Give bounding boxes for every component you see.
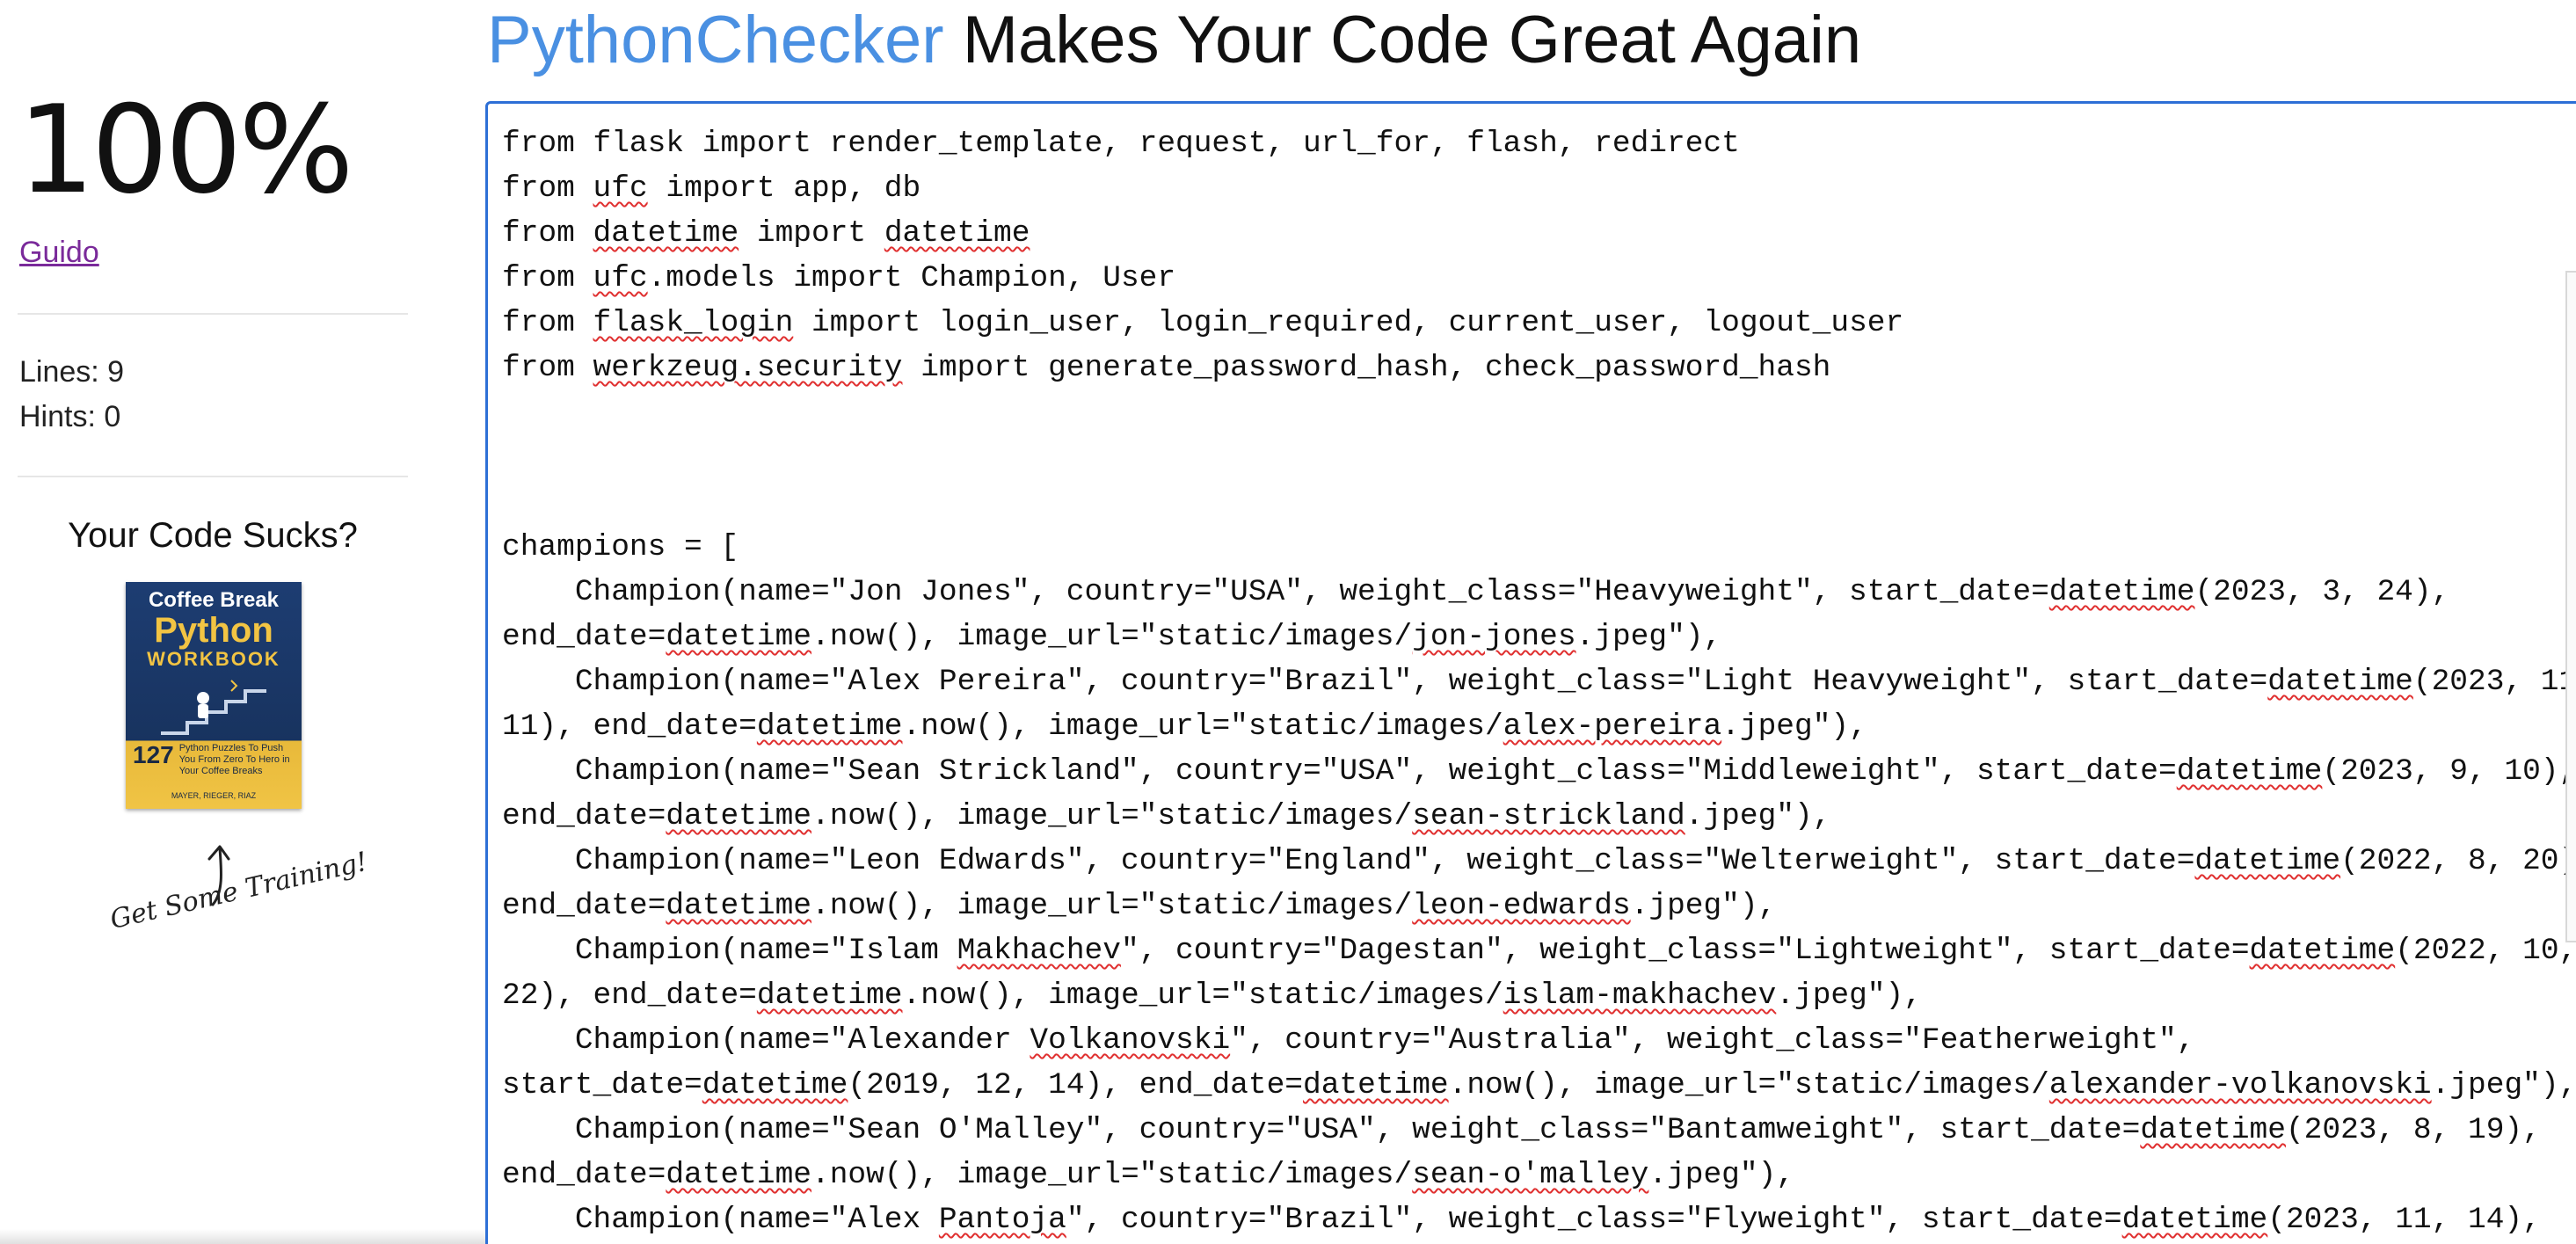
- code-line: 22), end_date=datetime.now(), image_url=…: [502, 978, 1922, 1013]
- spellcheck-word: datetime: [2121, 1203, 2268, 1237]
- spellcheck-word: datetime: [666, 620, 811, 654]
- code-line: from werkzeug.security import generate_p…: [502, 351, 1831, 385]
- spellcheck-word: alexander-volkanovski: [2048, 1068, 2432, 1102]
- code-content[interactable]: from flask import render_template, reque…: [502, 121, 2576, 1242]
- spellcheck-word: werkzeug.security: [593, 351, 903, 385]
- tagline: Makes Your Code Great Again: [943, 3, 1862, 77]
- spellcheck-word: Makhachev: [957, 934, 1121, 968]
- code-line: end_date=datetime.now(), image_url="stat…: [502, 1158, 1794, 1192]
- spellcheck-word: datetime: [2267, 665, 2413, 699]
- spellcheck-word: Pantoja: [938, 1203, 1066, 1237]
- spellcheck-word: datetime: [2176, 754, 2323, 789]
- spellcheck-word: datetime: [593, 216, 739, 251]
- spellcheck-word: datetime: [666, 889, 811, 923]
- page: 100% Guido Lines: 9 Hints: 0 Your Code S…: [0, 0, 2576, 1244]
- spellcheck-word: alex-pereira: [1503, 709, 1722, 744]
- stairs-illustration-icon: [161, 680, 266, 735]
- book-title-line: Coffee Break: [148, 588, 280, 612]
- spellcheck-word: ufc: [593, 171, 648, 206]
- code-line: Champion(name="Islam Makhachev", country…: [502, 934, 2576, 968]
- book-count: 127: [133, 741, 174, 768]
- spellcheck-word: datetime: [702, 1068, 848, 1102]
- code-line: 11), end_date=datetime.now(), image_url=…: [502, 709, 1867, 744]
- page-title: PythonChecker Makes Your Code Great Agai…: [487, 0, 1861, 88]
- spellcheck-word: datetime: [2194, 844, 2341, 878]
- spellcheck-word: jon-jones: [1412, 620, 1576, 654]
- code-line: end_date=datetime.now(), image_url="stat…: [502, 799, 1831, 833]
- divider: [18, 476, 408, 477]
- code-line: Champion(name="Alexander Volkanovski", c…: [502, 1023, 2195, 1058]
- spellcheck-word: islam-makhachev: [1503, 978, 1777, 1013]
- spellcheck-word: datetime: [2249, 934, 2396, 968]
- spellcheck-word: datetime: [666, 1158, 811, 1192]
- spellcheck-word: datetime: [1302, 1068, 1449, 1102]
- code-line: Champion(name="Sean Strickland", country…: [502, 754, 2576, 789]
- code-line: start_date=datetime(2019, 12, 14), end_d…: [502, 1068, 2576, 1102]
- code-line: from datetime import datetime: [502, 216, 1030, 251]
- brand-name: PythonChecker: [487, 3, 944, 77]
- side-panel-handle[interactable]: [2565, 271, 2576, 942]
- code-line: Champion(name="Sean O'Malley", country="…: [502, 1113, 2541, 1147]
- code-line: from ufc import app, db: [502, 171, 921, 206]
- lines-count: Lines: 9: [19, 355, 125, 389]
- code-line: from ufc.models import Champion, User: [502, 261, 1176, 295]
- spellcheck-word: Volkanovski: [1030, 1023, 1231, 1058]
- book-title-line: Python: [154, 611, 273, 650]
- spellcheck-word: flask_login: [593, 306, 794, 340]
- book-subtitle: 127 Python Puzzles To Push You From Zero…: [133, 743, 295, 777]
- spellcheck-word: datetime: [756, 709, 903, 744]
- spellcheck-word: datetime: [756, 978, 903, 1013]
- code-line: end_date=datetime.now(), image_url="stat…: [502, 889, 1777, 923]
- spellcheck-word: sean-o'malley: [1412, 1158, 1649, 1192]
- sidebar: 100% Guido Lines: 9 Hints: 0 Your Code S…: [18, 0, 408, 1244]
- code-line: from flask_login import login_user, logi…: [502, 306, 1904, 340]
- spellcheck-word: datetime: [2048, 575, 2195, 609]
- hints-count: Hints: 0: [19, 400, 121, 433]
- spellcheck-word: sean-strickland: [1412, 799, 1685, 833]
- spellcheck-word: datetime: [666, 799, 811, 833]
- spellcheck-word: leon-edwards: [1412, 889, 1631, 923]
- promo-title: Your Code Sucks?: [68, 516, 358, 555]
- code-line: Champion(name="Leon Edwards", country="E…: [502, 844, 2576, 878]
- spellcheck-word: datetime: [884, 216, 1030, 251]
- book-title-line: WORKBOOK: [147, 648, 280, 670]
- divider: [18, 313, 408, 315]
- user-link[interactable]: Guido: [19, 236, 99, 270]
- spellcheck-word: datetime: [2140, 1113, 2286, 1147]
- code-line: Champion(name="Alex Pereira", country="B…: [502, 665, 2576, 699]
- bottom-shade: [0, 1229, 485, 1244]
- spellcheck-word: ufc: [593, 261, 648, 295]
- code-line: end_date=datetime.now(), image_url="stat…: [502, 620, 1722, 654]
- score-value: 100%: [18, 79, 354, 221]
- code-line: Champion(name="Alex Pantoja", country="B…: [502, 1203, 2541, 1237]
- book-cover-image[interactable]: Coffee Break Python WORKBOOK 127 Python …: [126, 582, 302, 809]
- book-subtitle-text: Python Puzzles To Push You From Zero To …: [178, 743, 290, 776]
- code-line: champions = [: [502, 530, 739, 564]
- code-line: from flask import render_template, reque…: [502, 127, 1740, 161]
- book-authors: MAYER, RIEGER, RIAZ: [171, 791, 257, 800]
- code-line: Champion(name="Jon Jones", country="USA"…: [502, 575, 2450, 609]
- code-editor[interactable]: from flask import render_template, reque…: [485, 101, 2576, 1244]
